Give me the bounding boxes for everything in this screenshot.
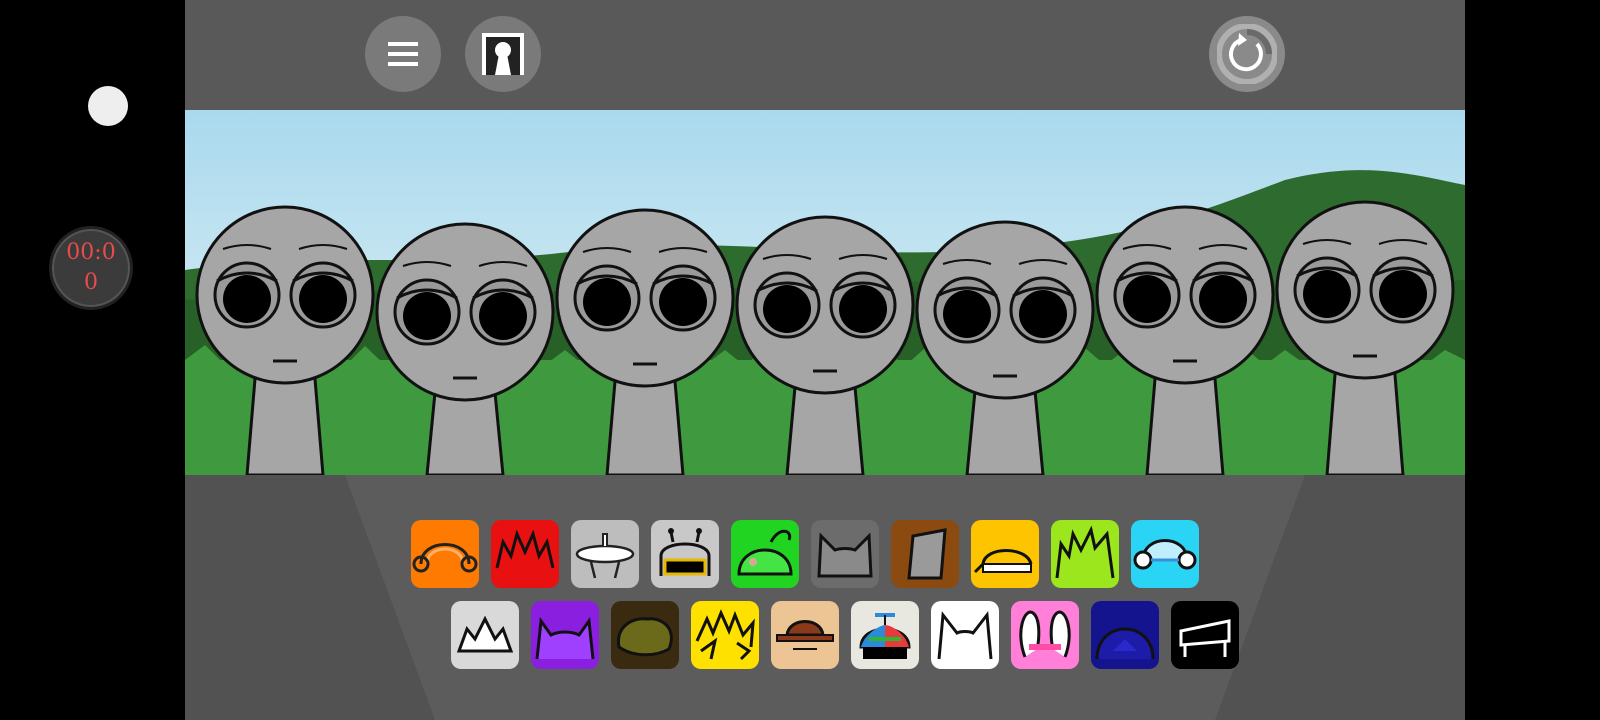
character-pupil <box>1303 270 1351 318</box>
character-6[interactable] <box>1095 205 1275 475</box>
propeller-hat-icon <box>859 613 911 659</box>
menu-button[interactable] <box>365 16 441 92</box>
red-spiky-hair-icon <box>495 529 555 569</box>
pink-bunny-ears-button[interactable] <box>1011 601 1079 669</box>
lime-spiky-hair-icon <box>1055 525 1115 579</box>
timer-line-2: 0 <box>84 270 98 295</box>
reset-icon <box>1217 24 1277 84</box>
character-pupil <box>403 292 451 340</box>
olive-bush-hair-button[interactable] <box>611 601 679 669</box>
timer-line-1: 00:0 <box>66 240 116 265</box>
orange-headphones-icon <box>412 543 478 573</box>
white-crown-button[interactable] <box>451 601 519 669</box>
top-toolbar <box>185 0 1465 112</box>
door-icon <box>482 33 524 75</box>
character-pupil <box>1123 275 1171 323</box>
orange-headphones-button[interactable] <box>411 520 479 588</box>
character-pupil <box>1379 270 1427 318</box>
stage-scene <box>185 110 1465 475</box>
olive-bush-hair-icon <box>617 617 673 657</box>
white-cat-ears-button[interactable] <box>931 601 999 669</box>
cyan-headphones-button[interactable] <box>1131 520 1199 588</box>
character-pupil <box>299 275 347 323</box>
touch-indicator <box>88 86 128 126</box>
character-lineup <box>195 200 1455 475</box>
navy-hood-button[interactable] <box>1091 601 1159 669</box>
black-bench-icon <box>1179 619 1231 657</box>
character-pupil <box>763 285 811 333</box>
icon-tray-row-1 <box>411 520 1199 588</box>
character-pupil <box>659 278 707 326</box>
red-spiky-hair-button[interactable] <box>491 520 559 588</box>
floor-shadow-left <box>185 475 435 720</box>
character-pupil <box>223 275 271 323</box>
gray-cat-ears-icon <box>817 532 873 578</box>
silver-halo-icon <box>575 533 635 579</box>
purple-horns-icon <box>535 616 595 660</box>
silver-halo-button[interactable] <box>571 520 639 588</box>
stage-floor <box>185 475 1465 720</box>
floor-shadow-right <box>1215 475 1465 720</box>
black-bench-button[interactable] <box>1171 601 1239 669</box>
game-area <box>185 0 1465 720</box>
fedora-icon <box>776 620 834 650</box>
propeller-hat-button[interactable] <box>851 601 919 669</box>
character-2[interactable] <box>375 222 555 475</box>
door-button[interactable] <box>465 16 541 92</box>
character-4[interactable] <box>735 215 915 475</box>
character-3[interactable] <box>555 208 735 475</box>
green-beanie-icon <box>737 529 793 576</box>
lime-spiky-hair-button[interactable] <box>1051 520 1119 588</box>
cyan-headphones-icon <box>1133 539 1197 570</box>
character-7[interactable] <box>1275 200 1455 475</box>
yellow-cap-icon <box>973 549 1033 574</box>
reset-button[interactable] <box>1209 16 1285 92</box>
character-pupil <box>1019 290 1067 338</box>
navy-hood-icon <box>1095 627 1155 660</box>
menu-icon <box>388 42 418 66</box>
character-pupil <box>479 292 527 340</box>
yellow-lightning-button[interactable] <box>691 601 759 669</box>
character-pupil <box>943 290 991 338</box>
right-letterbox <box>1465 0 1600 720</box>
yellow-lightning-icon <box>695 609 755 661</box>
robot-visor-icon <box>659 528 711 576</box>
icon-tray-row-2 <box>451 601 1239 669</box>
character-pupil <box>839 285 887 333</box>
white-cat-ears-icon <box>937 611 993 660</box>
left-letterbox: 00:0 0 <box>0 0 185 720</box>
character-1[interactable] <box>195 205 375 475</box>
purple-horns-button[interactable] <box>531 601 599 669</box>
green-beanie-button[interactable] <box>731 520 799 588</box>
white-crown-icon <box>456 615 514 653</box>
robot-visor-button[interactable] <box>651 520 719 588</box>
character-5[interactable] <box>915 220 1095 475</box>
gray-cat-ears-button[interactable] <box>811 520 879 588</box>
character-pupil <box>1199 275 1247 323</box>
fedora-button[interactable] <box>771 601 839 669</box>
recording-timer: 00:0 0 <box>49 226 133 310</box>
brown-bucket-hat-button[interactable] <box>891 520 959 588</box>
brown-bucket-hat-icon <box>907 528 947 580</box>
pink-bunny-ears-icon <box>1019 610 1071 658</box>
yellow-cap-button[interactable] <box>971 520 1039 588</box>
character-pupil <box>583 278 631 326</box>
